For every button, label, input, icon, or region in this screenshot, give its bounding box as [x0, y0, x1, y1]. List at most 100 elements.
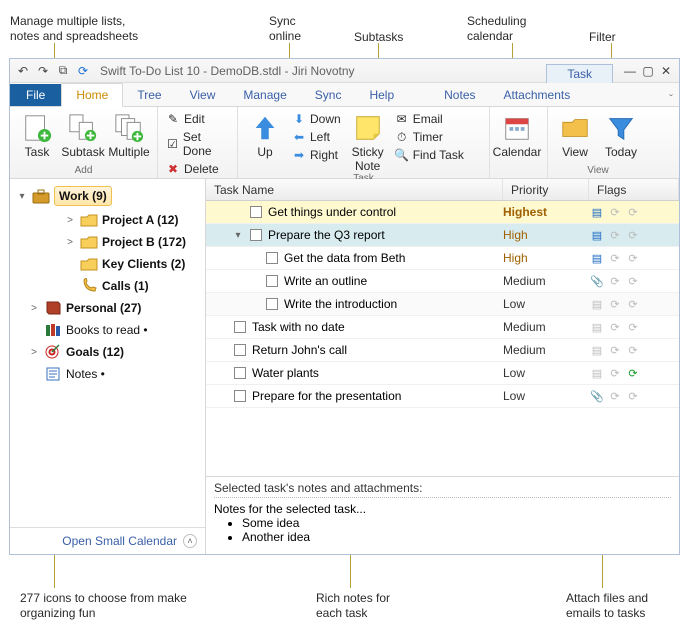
tab-attachments[interactable]: Attachments [490, 84, 585, 106]
task-row[interactable]: ▾ Prepare the Q3 report High ▤⟳⟳ [206, 224, 679, 247]
refresh-flag-icon[interactable]: ⟳ [607, 250, 623, 266]
minimize-button[interactable]: — [621, 62, 639, 80]
tab-help[interactable]: Help [355, 84, 408, 106]
move-left-button[interactable]: ⬅Left [290, 129, 343, 145]
find-task-button[interactable]: 🔍Find Task [393, 147, 466, 163]
col-flags[interactable]: Flags [589, 179, 679, 200]
tree-item[interactable]: Books to read • [12, 319, 203, 341]
expand-icon[interactable] [28, 368, 40, 380]
tree-item[interactable]: Key Clients (2) [12, 253, 203, 275]
tree-item[interactable]: ▾ Work (9) [12, 183, 203, 209]
note-flag-icon[interactable]: ▤ [589, 296, 605, 312]
context-tab-task[interactable]: Task [546, 64, 613, 83]
checkbox[interactable] [266, 275, 278, 287]
checkbox[interactable] [234, 344, 246, 356]
checkbox[interactable] [234, 321, 246, 333]
undo-icon[interactable]: ↶ [14, 62, 32, 80]
expand-icon[interactable]: ▾ [232, 230, 244, 241]
add-multiple-button[interactable]: Multiple [108, 111, 150, 159]
email-button[interactable]: ✉Email [393, 111, 466, 127]
col-task-name[interactable]: Task Name [206, 179, 503, 200]
expand-icon[interactable]: > [28, 302, 40, 314]
move-down-button[interactable]: ⬇Down [290, 111, 343, 127]
expand-icon[interactable] [28, 324, 40, 336]
refresh-flag-icon[interactable]: ⟳ [607, 227, 623, 243]
view-button[interactable]: View [554, 111, 596, 159]
rec-flag-icon[interactable]: ⟳ [625, 365, 641, 381]
close-button[interactable]: ✕ [657, 62, 675, 80]
task-row[interactable]: Get things under control Highest ▤⟳⟳ [206, 201, 679, 224]
tab-view[interactable]: View [176, 84, 230, 106]
delete-button[interactable]: ✖Delete [164, 161, 231, 177]
timer-button[interactable]: ⏱Timer [393, 129, 466, 145]
attach-flag-icon[interactable]: 📎 [589, 273, 605, 289]
checkbox[interactable] [266, 252, 278, 264]
tab-manage[interactable]: Manage [229, 84, 300, 106]
open-small-calendar-button[interactable]: Open Small Calendar ˄ [10, 527, 205, 554]
tree-item[interactable]: > Project B (172) [12, 231, 203, 253]
refresh-icon[interactable]: ⟳ [74, 62, 92, 80]
refresh-flag-icon[interactable]: ⟳ [607, 365, 623, 381]
note-flag-icon[interactable]: ▤ [589, 365, 605, 381]
rec-flag-icon[interactable]: ⟳ [625, 250, 641, 266]
refresh-flag-icon[interactable]: ⟳ [607, 319, 623, 335]
rec-flag-icon[interactable]: ⟳ [625, 204, 641, 220]
set-done-button[interactable]: ☑Set Done [164, 129, 231, 159]
rec-flag-icon[interactable]: ⟳ [625, 227, 641, 243]
task-list[interactable]: Get things under control Highest ▤⟳⟳ ▾ P… [206, 201, 679, 476]
expand-icon[interactable]: ▾ [16, 190, 28, 202]
task-row[interactable]: Return John's call Medium ▤⟳⟳ [206, 339, 679, 362]
checkbox[interactable] [234, 390, 246, 402]
add-task-button[interactable]: Task [16, 111, 58, 159]
tree-item[interactable]: Calls (1) [12, 275, 203, 297]
refresh-flag-icon[interactable]: ⟳ [607, 273, 623, 289]
checkbox[interactable] [234, 367, 246, 379]
expand-icon[interactable]: > [28, 346, 40, 358]
note-flag-icon[interactable]: ▤ [589, 342, 605, 358]
rec-flag-icon[interactable]: ⟳ [625, 342, 641, 358]
note-flag-icon[interactable]: ▤ [589, 319, 605, 335]
checkbox[interactable] [250, 206, 262, 218]
task-row[interactable]: Task with no date Medium ▤⟳⟳ [206, 316, 679, 339]
task-row[interactable]: Write the introduction Low ▤⟳⟳ [206, 293, 679, 316]
tree-item[interactable]: Notes • [12, 363, 203, 385]
rec-flag-icon[interactable]: ⟳ [625, 319, 641, 335]
attach-flag-icon[interactable]: 📎 [589, 388, 605, 404]
note-flag-icon[interactable]: ▤ [589, 204, 605, 220]
expand-icon[interactable]: > [64, 214, 76, 226]
copy-icon[interactable]: ⧉ [54, 62, 72, 80]
checkbox[interactable] [250, 229, 262, 241]
refresh-flag-icon[interactable]: ⟳ [607, 342, 623, 358]
task-row[interactable]: Get the data from Beth High ▤⟳⟳ [206, 247, 679, 270]
redo-icon[interactable]: ↷ [34, 62, 52, 80]
note-flag-icon[interactable]: ▤ [589, 250, 605, 266]
move-right-button[interactable]: ➡Right [290, 147, 343, 163]
note-flag-icon[interactable]: ▤ [589, 227, 605, 243]
maximize-button[interactable]: ▢ [639, 62, 657, 80]
notes-body[interactable]: Notes for the selected task... Some idea… [214, 502, 671, 544]
task-row[interactable]: Write an outline Medium 📎⟳⟳ [206, 270, 679, 293]
tree-item[interactable]: > Personal (27) [12, 297, 203, 319]
tree-item[interactable]: > Goals (12) [12, 341, 203, 363]
expand-icon[interactable] [64, 258, 76, 270]
rec-flag-icon[interactable]: ⟳ [625, 296, 641, 312]
today-filter-button[interactable]: Today [600, 111, 642, 159]
rec-flag-icon[interactable]: ⟳ [625, 273, 641, 289]
ribbon-collapse-icon[interactable]: ˇ [669, 92, 673, 106]
task-row[interactable]: Water plants Low ▤⟳⟳ [206, 362, 679, 385]
checkbox[interactable] [266, 298, 278, 310]
calendar-button[interactable]: Calendar [496, 111, 538, 159]
refresh-flag-icon[interactable]: ⟳ [607, 296, 623, 312]
move-up-button[interactable]: Up [244, 111, 286, 159]
add-subtask-button[interactable]: Subtask [62, 111, 104, 159]
expand-icon[interactable]: > [64, 236, 76, 248]
sticky-note-button[interactable]: Sticky Note [347, 111, 389, 173]
tab-home[interactable]: Home [61, 83, 123, 107]
task-row[interactable]: Prepare for the presentation Low 📎⟳⟳ [206, 385, 679, 408]
tab-sync[interactable]: Sync [301, 84, 356, 106]
edit-button[interactable]: ✎Edit [164, 111, 231, 127]
tab-tree[interactable]: Tree [123, 84, 175, 106]
expand-icon[interactable] [64, 280, 76, 292]
refresh-flag-icon[interactable]: ⟳ [607, 204, 623, 220]
file-tab[interactable]: File [10, 84, 61, 106]
